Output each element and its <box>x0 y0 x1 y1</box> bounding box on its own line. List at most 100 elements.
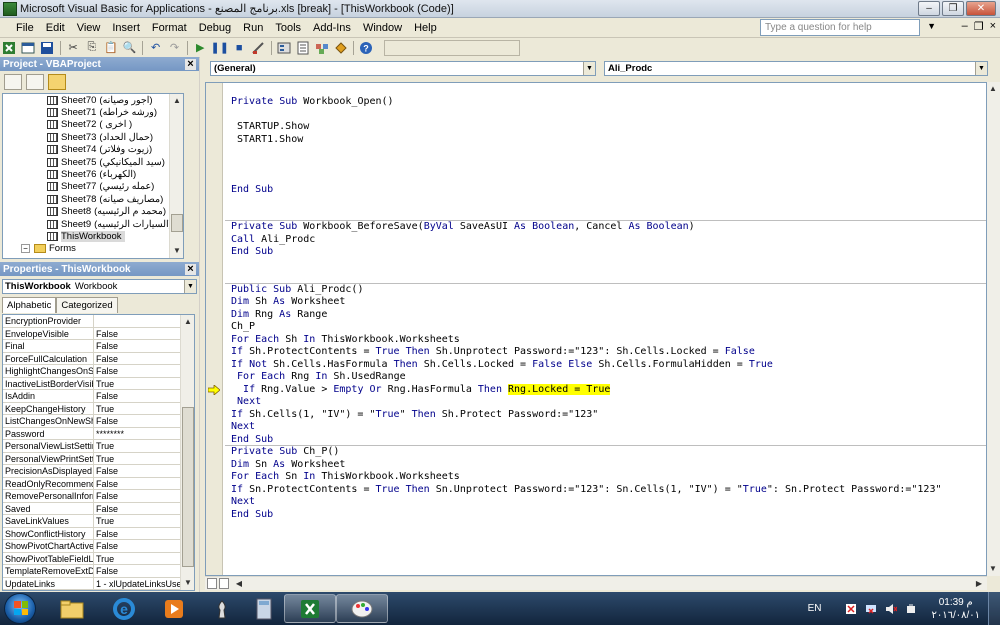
volume-icon[interactable] <box>885 603 898 615</box>
scroll-up-icon[interactable]: ▲ <box>987 83 999 95</box>
code-line[interactable]: If Sn.ProtectContents = True Then Sn.Unp… <box>231 484 942 497</box>
properties-scrollbar[interactable]: ▲ ▼ <box>180 315 194 590</box>
tab-alphabetic[interactable]: Alphabetic <box>2 297 57 313</box>
code-line[interactable]: For Each Sn In ThisWorkbook.Worksheets <box>231 471 460 484</box>
code-line[interactable]: Private Sub Workbook_Open() <box>231 96 394 109</box>
property-value[interactable]: False <box>94 390 180 402</box>
code-line[interactable]: Private Sub Ch_P() <box>231 446 339 459</box>
code-line[interactable]: End Sub <box>231 434 273 447</box>
code-line[interactable]: Next <box>231 496 255 509</box>
menu-tools[interactable]: Tools <box>269 22 307 34</box>
property-row[interactable]: KeepChangeHistory True <box>3 402 194 415</box>
mdi-minimize-button[interactable]: – <box>962 20 968 33</box>
property-row[interactable]: Password ******** <box>3 427 194 440</box>
scroll-up-icon[interactable]: ▲ <box>171 95 183 107</box>
property-value[interactable]: False <box>94 328 180 340</box>
code-line[interactable]: End Sub <box>231 509 273 522</box>
property-value[interactable]: ******** <box>94 428 180 440</box>
view-object-button[interactable] <box>26 74 44 90</box>
property-value[interactable]: False <box>94 540 180 552</box>
chevron-down-icon[interactable]: ▼ <box>184 280 196 293</box>
property-row[interactable]: InactiveListBorderVisible True <box>3 377 194 390</box>
tree-item-sheet74[interactable]: Sheet74 (زيوت وفلاتر) <box>3 144 183 156</box>
property-row[interactable]: HighlightChangesOnScreFalse <box>3 365 194 378</box>
tree-item-sheet9[interactable]: Sheet9(السيارات الرئيسيه) <box>3 218 183 230</box>
property-value[interactable]: False <box>94 490 180 502</box>
collapse-icon[interactable]: − <box>21 244 30 254</box>
ie-taskbar-button[interactable]: e <box>98 594 150 623</box>
property-value[interactable] <box>94 315 180 327</box>
property-value[interactable]: False <box>94 478 180 490</box>
view-code-button[interactable] <box>4 74 22 90</box>
property-value[interactable]: False <box>94 528 180 540</box>
tree-item-sheet77[interactable]: Sheet77 (عمله رئيسي) <box>3 181 183 193</box>
tree-item-sheet71[interactable]: Sheet71 (ورشه خراطه) <box>3 106 183 118</box>
properties-close-button[interactable]: × <box>185 263 196 275</box>
property-row[interactable]: UpdateLinks1 - xlUpdateLinksUserS <box>3 577 194 590</box>
help-icon[interactable]: ? <box>358 40 375 56</box>
code-line[interactable]: If Not Sh.Cells.HasFormula Then Sh.Cells… <box>231 359 773 372</box>
property-value[interactable]: False <box>94 340 180 352</box>
power-icon[interactable] <box>905 603 917 615</box>
flag-icon[interactable] <box>845 603 857 615</box>
tree-item-sheet72[interactable]: Sheet72( اخرى ) <box>3 119 183 131</box>
mdi-close-button[interactable]: × <box>990 20 996 33</box>
object-browser-icon[interactable] <box>313 40 330 56</box>
property-row[interactable]: ShowPivotTableFieldList True <box>3 552 194 565</box>
calculator-taskbar-button[interactable] <box>238 594 290 623</box>
code-line[interactable]: Public Sub Ali_Prodc() <box>231 284 363 297</box>
project-tree-scrollbar[interactable]: ▲ ▼ <box>169 94 183 258</box>
help-dropdown-icon[interactable]: ▼ <box>927 21 936 31</box>
insert-userform-icon[interactable] <box>20 40 37 56</box>
property-row[interactable]: TemplateRemoveExtDataFalse <box>3 565 194 578</box>
vba-app-icon[interactable] <box>3 1 17 16</box>
code-line[interactable]: For Each Rng In Sh.UsedRange <box>231 371 406 384</box>
menu-edit[interactable]: Edit <box>40 22 71 34</box>
property-row[interactable]: PersonalViewListSetting True <box>3 440 194 453</box>
tree-item-sheet76[interactable]: Sheet76 (الكهرباء) <box>3 168 183 180</box>
close-button[interactable]: ✕ <box>966 1 996 16</box>
tree-item-sheet73[interactable]: Sheet73 (حمال الحداد) <box>3 131 183 143</box>
network-icon[interactable] <box>865 603 877 615</box>
restore-button[interactable]: ❐ <box>942 1 964 16</box>
tree-item-thisworkbook[interactable]: ThisWorkbook <box>3 230 183 242</box>
code-vertical-scrollbar[interactable]: ▲ ▼ <box>987 82 1000 576</box>
chevron-down-icon[interactable]: ▼ <box>583 62 595 75</box>
scroll-down-icon[interactable]: ▼ <box>182 577 194 589</box>
scrollbar-thumb[interactable] <box>171 214 183 232</box>
property-row[interactable]: ForceFullCalculation False <box>3 352 194 365</box>
property-value[interactable]: 1 - xlUpdateLinksUserS <box>94 578 180 590</box>
minimize-button[interactable]: – <box>918 1 940 16</box>
menu-file[interactable]: File <box>10 22 40 34</box>
excel-taskbar-button[interactable] <box>284 594 336 623</box>
property-value[interactable]: True <box>94 440 180 452</box>
excel-view-icon[interactable] <box>1 40 18 56</box>
redo-icon[interactable]: ↷ <box>166 40 183 56</box>
explorer-taskbar-button[interactable] <box>46 594 98 623</box>
procedure-view-button[interactable] <box>207 578 217 589</box>
property-row[interactable]: ShowConflictHistory False <box>3 527 194 540</box>
vba-taskbar-button[interactable] <box>336 594 388 623</box>
full-module-view-button[interactable] <box>219 578 229 589</box>
property-row[interactable]: SaveLinkValues True <box>3 515 194 528</box>
tree-item-sheet70[interactable]: Sheet70 (اجور وصيانه) <box>3 94 183 106</box>
language-indicator[interactable]: EN <box>808 603 822 614</box>
toggle-folders-button[interactable] <box>48 74 66 90</box>
object-dropdown[interactable]: (General) ▼ <box>210 61 596 76</box>
copy-icon[interactable]: ⎘ <box>84 40 101 56</box>
scroll-down-icon[interactable]: ▼ <box>171 245 183 257</box>
breakpoint-margin[interactable] <box>206 83 223 575</box>
property-row[interactable]: EnvelopeVisible False <box>3 327 194 340</box>
show-desktop-button[interactable] <box>988 592 1000 625</box>
property-value[interactable]: False <box>94 353 180 365</box>
code-line[interactable]: Call Ali_Prodc <box>231 234 315 247</box>
start-button[interactable] <box>4 593 36 624</box>
reset-icon[interactable]: ■ <box>231 40 248 56</box>
property-value[interactable]: True <box>94 403 180 415</box>
menu-run[interactable]: Run <box>237 22 269 34</box>
property-row[interactable]: ShowPivotChartActiveFi False <box>3 540 194 553</box>
code-line[interactable]: If Rng.Value > Empty Or Rng.HasFormula T… <box>231 383 611 397</box>
project-explorer-icon[interactable] <box>275 40 292 56</box>
code-line[interactable]: Dim Sh As Worksheet <box>231 296 345 309</box>
media-player-taskbar-button[interactable] <box>148 594 200 623</box>
